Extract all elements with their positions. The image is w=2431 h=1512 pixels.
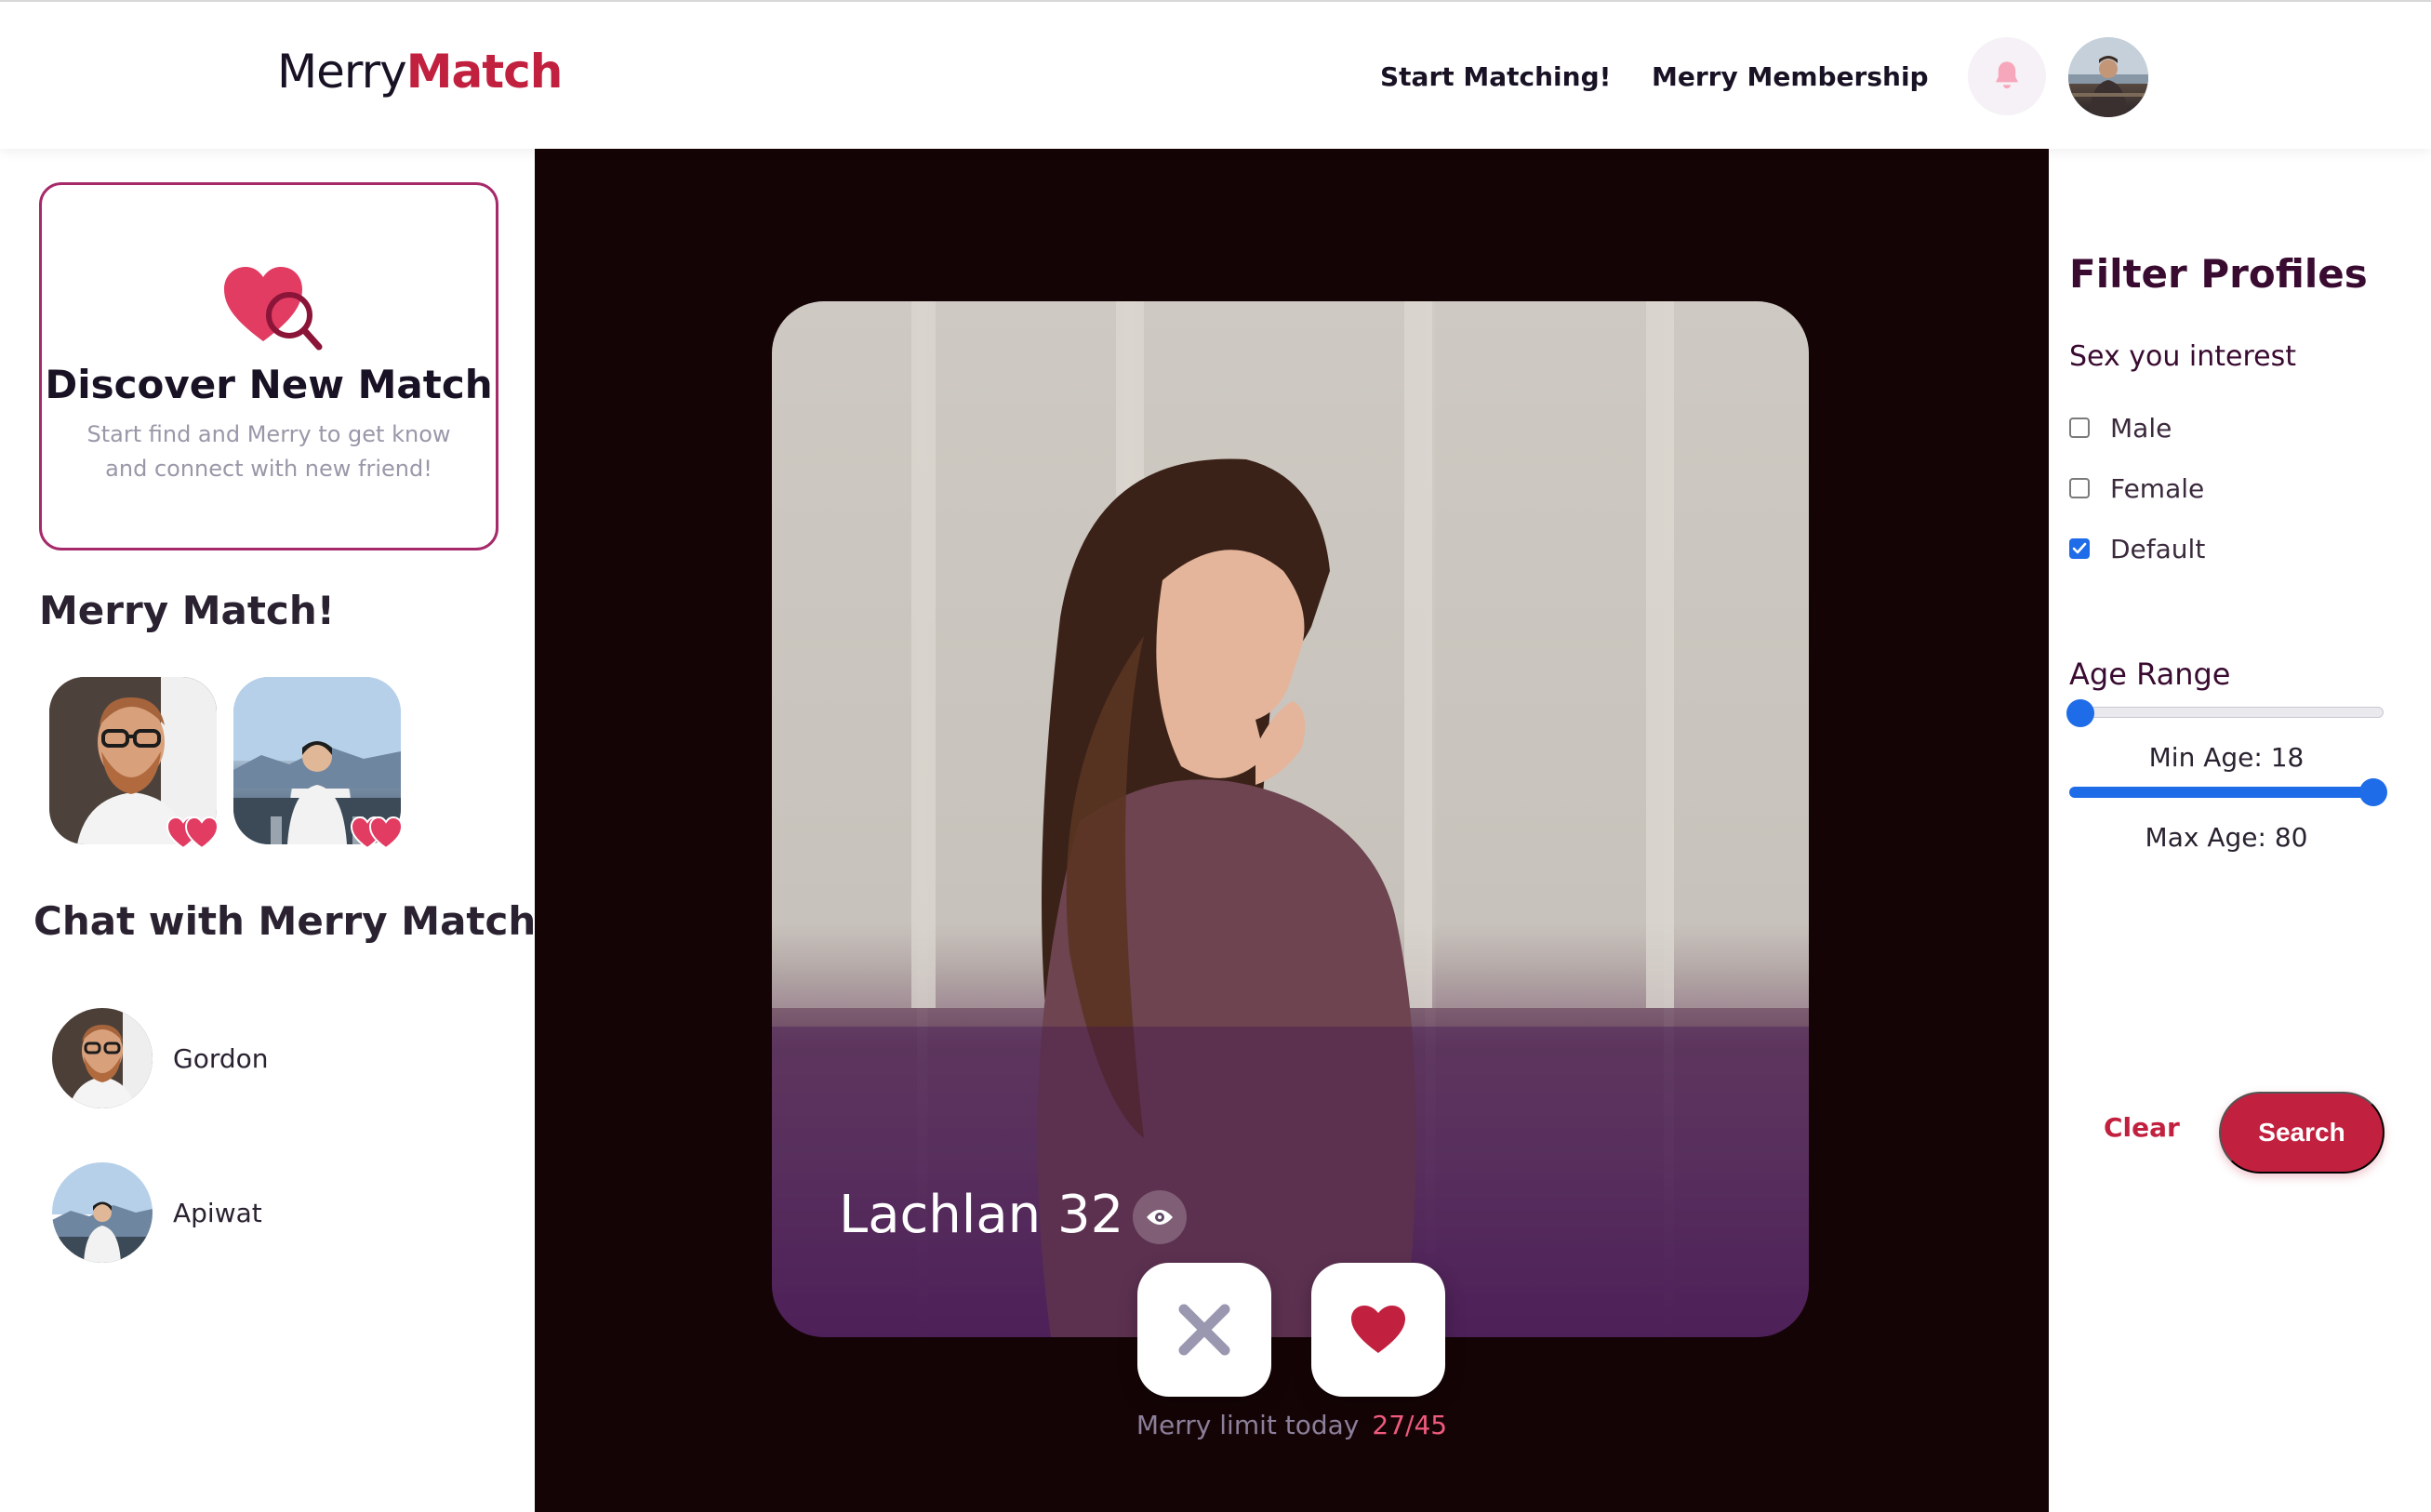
chat-contact-name: Apiwat <box>173 1198 262 1228</box>
chat-item-apiwat[interactable]: Apiwat <box>52 1162 480 1265</box>
discover-new-match-card[interactable]: Discover New Match Start find and Merry … <box>39 182 498 550</box>
notification-button[interactable] <box>1968 37 2046 115</box>
merry-match-thumb[interactable] <box>233 677 404 850</box>
checkbox-label: Male <box>2110 412 2172 444</box>
checkbox-box[interactable] <box>2069 418 2090 438</box>
checkbox-label: Female <box>2110 472 2205 504</box>
checkbox-label: Default <box>2110 533 2206 564</box>
avatar <box>52 1162 153 1263</box>
view-profile-button[interactable] <box>1133 1190 1187 1244</box>
age-range-label: Age Range <box>2069 657 2231 692</box>
checkbox-box[interactable] <box>2069 538 2090 559</box>
profile-name-age: Lachlan 32 <box>839 1185 1124 1245</box>
double-heart-icon <box>351 816 404 850</box>
nav-merry-membership[interactable]: Merry Membership <box>1652 61 1929 92</box>
chat-contact-name: Gordon <box>173 1043 269 1074</box>
slider-thumb[interactable] <box>2066 699 2094 727</box>
profile-card[interactable]: Lachlan 32 <box>772 301 1809 1337</box>
clear-button[interactable]: Clear <box>2104 1112 2180 1143</box>
merry-limit: Merry limit today 27/45 <box>535 1410 2049 1440</box>
double-heart-icon <box>166 816 219 850</box>
logo-text-match: Match <box>405 45 564 99</box>
eye-icon <box>1147 1210 1173 1225</box>
checkbox-default[interactable]: Default <box>2069 530 2205 567</box>
checkbox-female[interactable]: Female <box>2069 470 2204 507</box>
checkmark-icon <box>2072 542 2087 554</box>
profile-photo <box>772 301 1809 1337</box>
checkbox-box[interactable] <box>2069 478 2090 498</box>
discover-subtitle: Start find and Merry to get know and con… <box>86 421 451 482</box>
close-x-icon <box>1178 1304 1230 1356</box>
checkbox-male[interactable]: Male <box>2069 409 2172 446</box>
search-button[interactable]: Search <box>2219 1092 2385 1174</box>
min-age-slider[interactable] <box>2066 699 2384 727</box>
min-age-value: Min Age: 18 <box>2148 742 2305 773</box>
merry-limit-label: Merry limit today <box>1136 1410 1360 1440</box>
heart-search-icon <box>224 267 323 351</box>
filter-title: Filter Profiles <box>2069 251 2368 297</box>
user-avatar[interactable] <box>2068 37 2148 117</box>
nav-start-matching[interactable]: Start Matching! <box>1380 61 1611 92</box>
slider-thumb[interactable] <box>2359 778 2387 806</box>
chat-item-gordon[interactable]: Gordon <box>52 1008 480 1110</box>
matching-stage: Lachlan 32 Merry limit today 27/45 <box>535 149 2049 1512</box>
top-navbar: MerryMatch Start Matching! Merry Members… <box>0 0 2431 149</box>
bell-icon <box>1995 61 2019 89</box>
merry-match-thumb[interactable] <box>49 677 219 850</box>
pass-button[interactable] <box>1137 1263 1271 1397</box>
chat-heading: Chat with Merry Match <box>33 898 537 944</box>
merry-limit-count: 27/45 <box>1372 1410 1448 1440</box>
heart-icon <box>1351 1306 1405 1353</box>
discover-title: Discover New Match <box>45 362 493 407</box>
max-age-slider[interactable] <box>2069 778 2387 806</box>
avatar <box>52 1008 153 1108</box>
logo[interactable]: MerryMatch <box>277 45 564 99</box>
logo-text-merry: Merry <box>277 45 407 99</box>
max-age-value: Max Age: 80 <box>2145 822 2308 853</box>
merry-match-heading: Merry Match! <box>39 588 335 633</box>
merry-like-button[interactable] <box>1311 1263 1445 1397</box>
sex-interest-label: Sex you interest <box>2069 340 2297 373</box>
